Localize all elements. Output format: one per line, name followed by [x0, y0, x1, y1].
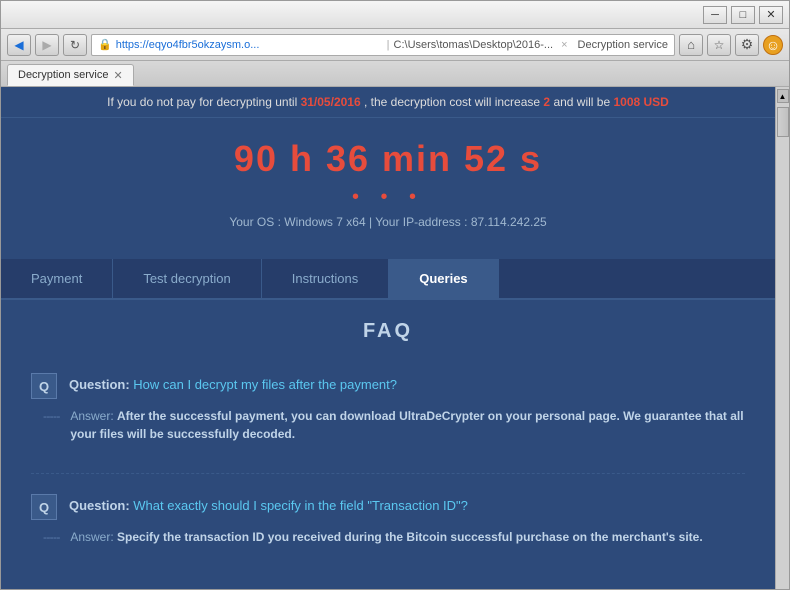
system-info: Your OS : Windows 7 x64 | Your IP-addres… [1, 215, 775, 249]
faq-a2-text: Answer: Specify the transaction ID you r… [70, 528, 702, 546]
warning-deadline: 31/05/2016 [301, 95, 361, 109]
warning-amount: 1008 USD [613, 95, 668, 109]
q2-badge: Q [31, 494, 57, 520]
title-bar-buttons: ─ □ ✕ [703, 6, 783, 24]
browser-tab-bar: Decryption service ✕ [1, 61, 789, 87]
browser-tab-active[interactable]: Decryption service ✕ [7, 64, 134, 86]
a1-value: After the successful payment, you can do… [70, 409, 743, 441]
faq-section: FAQ Q Question: How can I decrypt my fil… [1, 300, 775, 589]
maximize-button[interactable]: □ [731, 6, 755, 24]
faq-q1-text: Question: How can I decrypt my files aft… [69, 373, 397, 392]
page-content: If you do not pay for decrypting until 3… [1, 87, 775, 589]
tab-instructions[interactable]: Instructions [262, 259, 389, 298]
q1-value: How can I decrypt my files after the pay… [133, 377, 397, 392]
smiley-button[interactable]: ☺ [763, 35, 783, 55]
forward-button[interactable]: ▶ [35, 34, 59, 56]
faq-divider [31, 473, 745, 474]
faq-item-1: Q Question: How can I decrypt my files a… [31, 373, 745, 443]
file-path-text: C:\Users\tomas\Desktop\2016-... [394, 39, 554, 51]
page-nav-tabs: Payment Test decryption Instructions Que… [1, 259, 775, 300]
warning-increase: 2 [543, 95, 550, 109]
tab-test-decryption[interactable]: Test decryption [113, 259, 261, 298]
faq-a2-answer-row: - - - - - Answer: Specify the transactio… [31, 528, 745, 546]
os-value: Windows 7 x64 [284, 215, 365, 229]
minimize-button[interactable]: ─ [703, 6, 727, 24]
q2-value: What exactly should I specify in the fie… [133, 498, 468, 513]
a1-label: Answer: [70, 409, 117, 423]
faq-q2-question-row: Q Question: What exactly should I specif… [31, 494, 745, 520]
settings-button[interactable]: ⚙ [735, 34, 759, 56]
url-text: https://eqyo4fbr5okzaysm.o... [116, 39, 383, 51]
faq-a1-answer-row: - - - - - Answer: After the successful p… [31, 407, 745, 443]
warning-text-middle: , the decryption cost will increase [364, 95, 543, 109]
tab-title-text: Decryption service [578, 39, 668, 51]
address-bar[interactable]: 🔒 https://eqyo4fbr5okzaysm.o... | C:\Use… [91, 34, 675, 56]
content-area: If you do not pay for decrypting until 3… [1, 87, 789, 589]
timer-dots: • • • [1, 186, 775, 209]
scrollbar[interactable]: ▲ [775, 87, 789, 589]
faq-item-2: Q Question: What exactly should I specif… [31, 494, 745, 546]
faq-q2-text: Question: What exactly should I specify … [69, 494, 468, 513]
title-bar: ─ □ ✕ [1, 1, 789, 29]
tab-close-icon[interactable]: ✕ [113, 69, 122, 82]
scroll-thumb[interactable] [777, 107, 789, 137]
home-button[interactable]: ⌂ [679, 34, 703, 56]
scroll-up-arrow[interactable]: ▲ [777, 89, 789, 103]
a1-dash: - - - - - [43, 407, 58, 423]
browser-window: ─ □ ✕ ◀ ▶ ↻ 🔒 https://eqyo4fbr5okzaysm.o… [0, 0, 790, 590]
address-bar-row: ◀ ▶ ↻ 🔒 https://eqyo4fbr5okzaysm.o... | … [1, 29, 789, 61]
warning-bar: If you do not pay for decrypting until 3… [1, 87, 775, 118]
a2-label: Answer: [70, 530, 117, 544]
warning-text-after: and will be [553, 95, 613, 109]
close-button[interactable]: ✕ [759, 6, 783, 24]
timer-section: 90 h 36 min 52 s • • • Your OS : Windows… [1, 118, 775, 259]
back-button[interactable]: ◀ [7, 34, 31, 56]
faq-q1-question-row: Q Question: How can I decrypt my files a… [31, 373, 745, 399]
tab-payment[interactable]: Payment [1, 259, 113, 298]
lock-icon: 🔒 [98, 38, 112, 51]
tab-queries[interactable]: Queries [389, 259, 498, 298]
separator: | Your IP-address : [369, 215, 468, 229]
q1-label: Question: [69, 377, 133, 392]
a2-value: Specify the transaction ID you received … [117, 530, 703, 544]
browser-tab-label: Decryption service [18, 69, 108, 81]
q1-badge: Q [31, 373, 57, 399]
refresh-button[interactable]: ↻ [63, 34, 87, 56]
a2-dash: - - - - - [43, 528, 58, 544]
star-button[interactable]: ☆ [707, 34, 731, 56]
os-label: Your OS : [229, 215, 281, 229]
ip-value: 87.114.242.25 [471, 215, 547, 229]
q2-label: Question: [69, 498, 133, 513]
timer-display: 90 h 36 min 52 s [1, 138, 775, 180]
warning-text-before: If you do not pay for decrypting until [107, 95, 300, 109]
faq-title: FAQ [31, 320, 745, 343]
faq-a1-text: Answer: After the successful payment, yo… [70, 407, 745, 443]
